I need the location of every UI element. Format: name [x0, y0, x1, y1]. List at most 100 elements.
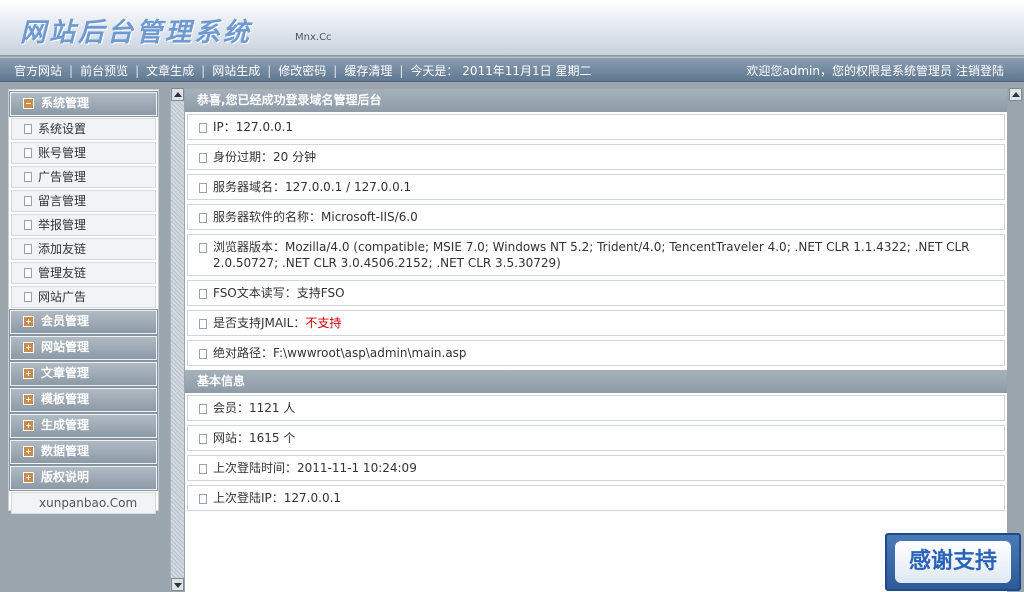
nav-link-site-generate[interactable]: 网站生成 [212, 64, 260, 78]
info-label: 服务器软件的名称： [213, 210, 322, 224]
scroll-up-arrow-icon[interactable] [171, 88, 184, 101]
document-icon [199, 183, 207, 193]
top-nav: 官方网站 | 前台预览 | 文章生成 | 网站生成 | 修改密码 | 缓存清理 | 今天是： 2011年… [0, 57, 1024, 82]
scroll-up-arrow-icon[interactable] [1009, 88, 1022, 101]
info-label: 是否支持JMAIL： [213, 316, 306, 330]
info-value: 支持FSO [296, 286, 345, 300]
main-scrollbar[interactable] [1009, 88, 1023, 591]
sidebar-section-label: 会员管理 [41, 314, 90, 328]
document-icon [199, 349, 207, 359]
sidebar-section-label: 模板管理 [41, 392, 90, 406]
date-label: 今天是： [410, 64, 459, 78]
info-value: 不支持 [305, 316, 342, 330]
info-label: 上次登陆时间： [213, 461, 298, 475]
sidebar-section-members[interactable]: 会员管理 [9, 309, 158, 335]
nav-links: 官方网站 | 前台预览 | 文章生成 | 网站生成 | 修改密码 | 缓存清理 | 今天是： 2011年… [14, 62, 591, 79]
document-icon [24, 148, 32, 158]
document-icon [24, 196, 32, 206]
document-icon [199, 289, 207, 299]
sidebar-footer-link[interactable]: xunpanbao.Com [11, 492, 156, 514]
document-icon [199, 319, 207, 329]
nav-separator: | [267, 64, 272, 78]
info-label: 服务器域名： [213, 180, 286, 194]
sidebar-section-label: 数据管理 [41, 444, 90, 458]
info-label: 绝对路径： [213, 346, 274, 360]
nav-separator: | [399, 64, 404, 78]
info-value: 127.0.0.1 [235, 120, 294, 134]
document-icon [199, 153, 207, 163]
sidebar-section-copyright[interactable]: 版权说明 [9, 465, 158, 491]
sidebar-item-label: 账号管理 [38, 146, 87, 160]
info-row: 浏览器版本：Mozilla/4.0 (compatible; MSIE 7.0;… [187, 234, 1005, 276]
sidebar-scrollbar[interactable] [170, 88, 184, 591]
sidebar-section-articles[interactable]: 文章管理 [9, 361, 158, 387]
sidebar-section-data[interactable]: 数据管理 [9, 439, 158, 465]
expand-icon [23, 420, 34, 431]
info-value: 127.0.0.1 [283, 491, 342, 505]
document-icon [199, 404, 207, 414]
sidebar-section-templates[interactable]: 模板管理 [9, 387, 158, 413]
expand-icon [23, 472, 34, 483]
nav-link-clear-cache[interactable]: 缓存清理 [344, 64, 392, 78]
document-icon [199, 464, 207, 474]
sidebar-section-sites[interactable]: 网站管理 [9, 335, 158, 361]
sidebar-item-label: 广告管理 [38, 170, 87, 184]
logout-link[interactable]: 注销登陆 [956, 64, 1004, 78]
sidebar-item-messages[interactable]: 留言管理 [11, 190, 156, 212]
document-icon [199, 494, 207, 504]
welcome-area: 欢迎您admin，您的权限是系统管理员 注销登陆 [746, 62, 1004, 79]
sidebar-item-manage-links[interactable]: 管理友链 [11, 262, 156, 284]
info-value: 1121 人 [249, 401, 296, 415]
nav-link-preview[interactable]: 前台预览 [80, 64, 128, 78]
sidebar-item-label: 留言管理 [38, 194, 87, 208]
sidebar-section-generate[interactable]: 生成管理 [9, 413, 158, 439]
sidebar-section-label: 生成管理 [41, 418, 90, 432]
nav-link-change-password[interactable]: 修改密码 [278, 64, 326, 78]
thanks-support-button[interactable]: 感谢支持 [885, 533, 1021, 591]
site-domain: Mnx.Cc [295, 32, 332, 43]
info-value: 1615 个 [249, 431, 296, 445]
document-icon [24, 220, 32, 230]
document-icon [24, 124, 32, 134]
info-value: 127.0.0.1 / 127.0.0.1 [285, 180, 412, 194]
sidebar-item-system-settings[interactable]: 系统设置 [11, 118, 156, 140]
info-label: 浏览器版本： [213, 240, 286, 254]
sidebar-section-system[interactable]: 系统管理 [9, 91, 158, 117]
sidebar-item-site-ads[interactable]: 网站广告 [11, 286, 156, 308]
document-icon [24, 268, 32, 278]
info-row: 会员：1121 人 [187, 395, 1005, 421]
info-row: 服务器域名：127.0.0.1 / 127.0.0.1 [187, 174, 1005, 200]
sidebar-item-reports[interactable]: 举报管理 [11, 214, 156, 236]
expand-icon [23, 368, 34, 379]
nav-separator: | [201, 64, 206, 78]
nav-link-article-generate[interactable]: 文章生成 [146, 64, 194, 78]
nav-link-official-site[interactable]: 官方网站 [14, 64, 62, 78]
info-value: 20 分钟 [273, 150, 317, 164]
scroll-down-arrow-icon[interactable] [171, 578, 184, 591]
sidebar-section-label: 版权说明 [41, 470, 90, 484]
info-row: 网站：1615 个 [187, 425, 1005, 451]
basic-info-title: 基本信息 [185, 370, 1007, 393]
sidebar-item-add-links[interactable]: 添加友链 [11, 238, 156, 260]
sidebar-item-label: 管理友链 [38, 266, 87, 280]
site-logo: 网站后台管理系统 [20, 18, 253, 48]
expand-icon [23, 394, 34, 405]
info-row: 上次登陆时间：2011-11-1 10:24:09 [187, 455, 1005, 481]
thanks-support-label: 感谢支持 [895, 541, 1011, 583]
info-row: FSO文本读写：支持FSO [187, 280, 1005, 306]
info-label: 上次登陆IP： [213, 491, 284, 505]
document-icon [199, 213, 207, 223]
sidebar: 系统管理 系统设置 账号管理 广告管理 留言管理 举报管理 添加友链 管理友链 … [8, 89, 159, 514]
nav-separator: | [69, 64, 74, 78]
welcome-section-title: 恭喜,您已经成功登录域名管理后台 [185, 89, 1007, 112]
info-row: 上次登陆IP：127.0.0.1 [187, 485, 1005, 511]
info-row: 绝对路径：F:\wwwroot\asp\admin\main.asp [187, 340, 1005, 366]
document-icon [24, 244, 32, 254]
sidebar-item-accounts[interactable]: 账号管理 [11, 142, 156, 164]
info-label: 身份过期： [213, 150, 274, 164]
info-value: 2011-11-1 10:24:09 [297, 461, 417, 475]
sidebar-item-ads[interactable]: 广告管理 [11, 166, 156, 188]
document-icon [24, 292, 32, 302]
info-value: Microsoft-IIS/6.0 [321, 210, 418, 224]
nav-separator: | [333, 64, 338, 78]
